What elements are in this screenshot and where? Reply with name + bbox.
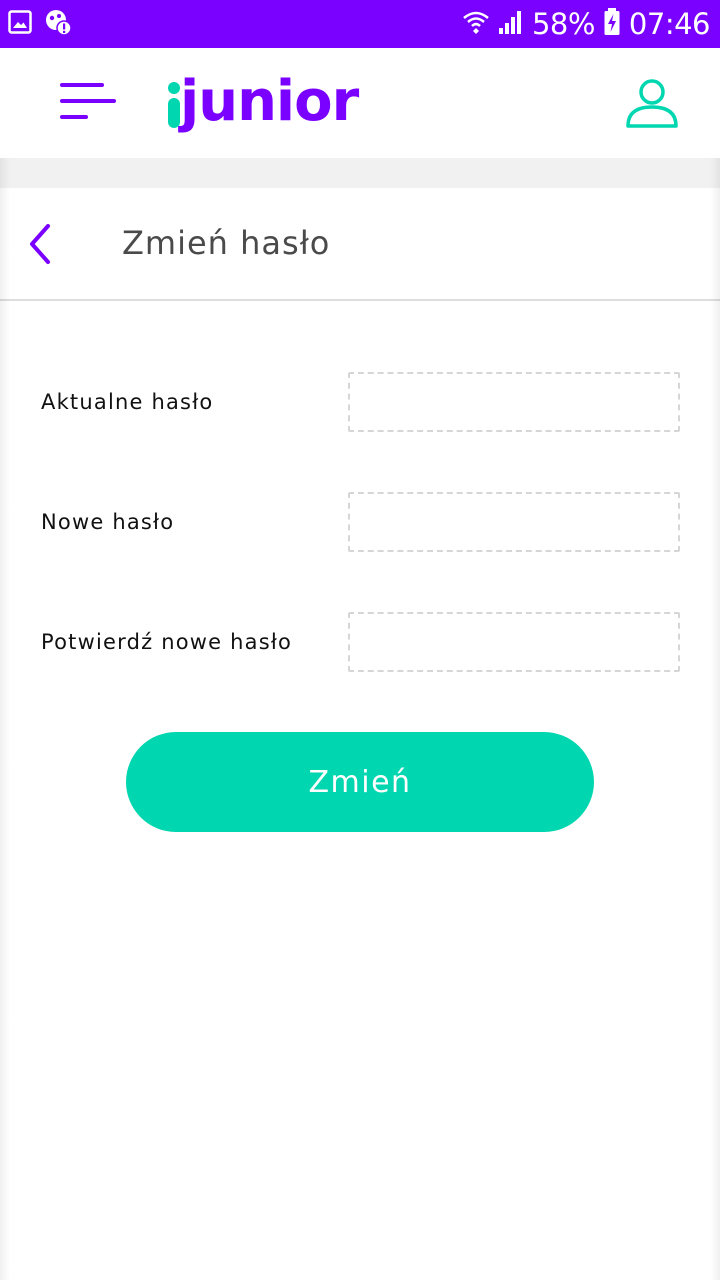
- menu-icon: [60, 83, 116, 119]
- left-edge-shadow: [0, 158, 10, 1280]
- confirm-password-row: Potwierdź nowe hasło: [0, 612, 720, 672]
- current-password-input[interactable]: [348, 372, 680, 432]
- page-title-bar: Zmień hasło: [0, 188, 720, 301]
- change-password-button[interactable]: Zmień: [126, 732, 594, 832]
- logo-text: junior: [178, 69, 360, 134]
- menu-button[interactable]: [56, 78, 120, 128]
- app-header: junior: [0, 48, 720, 158]
- confirm-password-label: Potwierdź nowe hasło: [41, 630, 293, 654]
- status-bar: 58% 07:46: [0, 0, 720, 48]
- battery-charging-icon: [603, 7, 621, 41]
- chevron-left-icon: [30, 224, 50, 264]
- status-bar-right: 58% 07:46: [462, 0, 711, 48]
- back-button[interactable]: [18, 220, 66, 268]
- current-password-row: Aktualne hasło: [0, 372, 720, 432]
- new-password-row: Nowe hasło: [0, 492, 720, 552]
- battery-percent: 58%: [531, 6, 595, 41]
- signal-icon: [498, 8, 524, 40]
- brand-logo[interactable]: junior: [164, 66, 384, 138]
- clock: 07:46: [628, 6, 711, 41]
- header-divider: [0, 158, 720, 188]
- current-password-label: Aktualne hasło: [41, 390, 214, 414]
- notification-alert-icon: [44, 8, 72, 40]
- confirm-password-input[interactable]: [348, 612, 680, 672]
- new-password-label: Nowe hasło: [41, 510, 175, 534]
- page-title: Zmień hasło: [122, 224, 331, 262]
- status-bar-left: [8, 10, 72, 38]
- user-profile-icon: [626, 79, 678, 128]
- new-password-input[interactable]: [348, 492, 680, 552]
- gallery-icon: [8, 10, 32, 38]
- profile-button[interactable]: [620, 76, 684, 136]
- wifi-icon: [462, 8, 490, 40]
- right-edge-shadow: [710, 158, 720, 1280]
